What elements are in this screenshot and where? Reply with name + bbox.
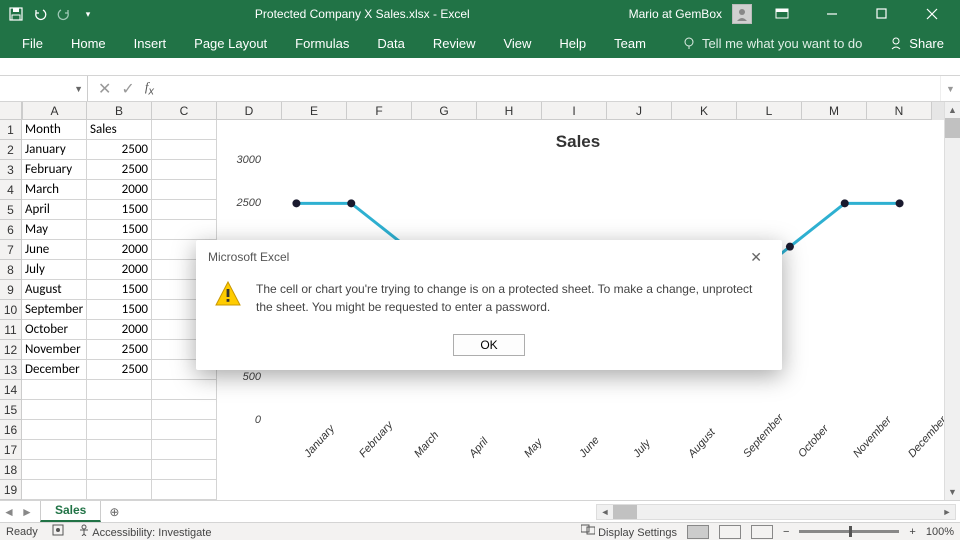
dialog-close-icon[interactable]: ✕ (742, 245, 770, 270)
dialog-titlebar: Microsoft Excel ✕ (196, 240, 782, 274)
dialog-message: The cell or chart you're trying to chang… (256, 280, 764, 316)
modal-overlay: Microsoft Excel ✕ The cell or chart you'… (0, 0, 960, 540)
warning-icon (214, 280, 242, 308)
protected-sheet-dialog: Microsoft Excel ✕ The cell or chart you'… (196, 240, 782, 370)
dialog-ok-button[interactable]: OK (453, 334, 525, 356)
dialog-title: Microsoft Excel (208, 250, 289, 264)
